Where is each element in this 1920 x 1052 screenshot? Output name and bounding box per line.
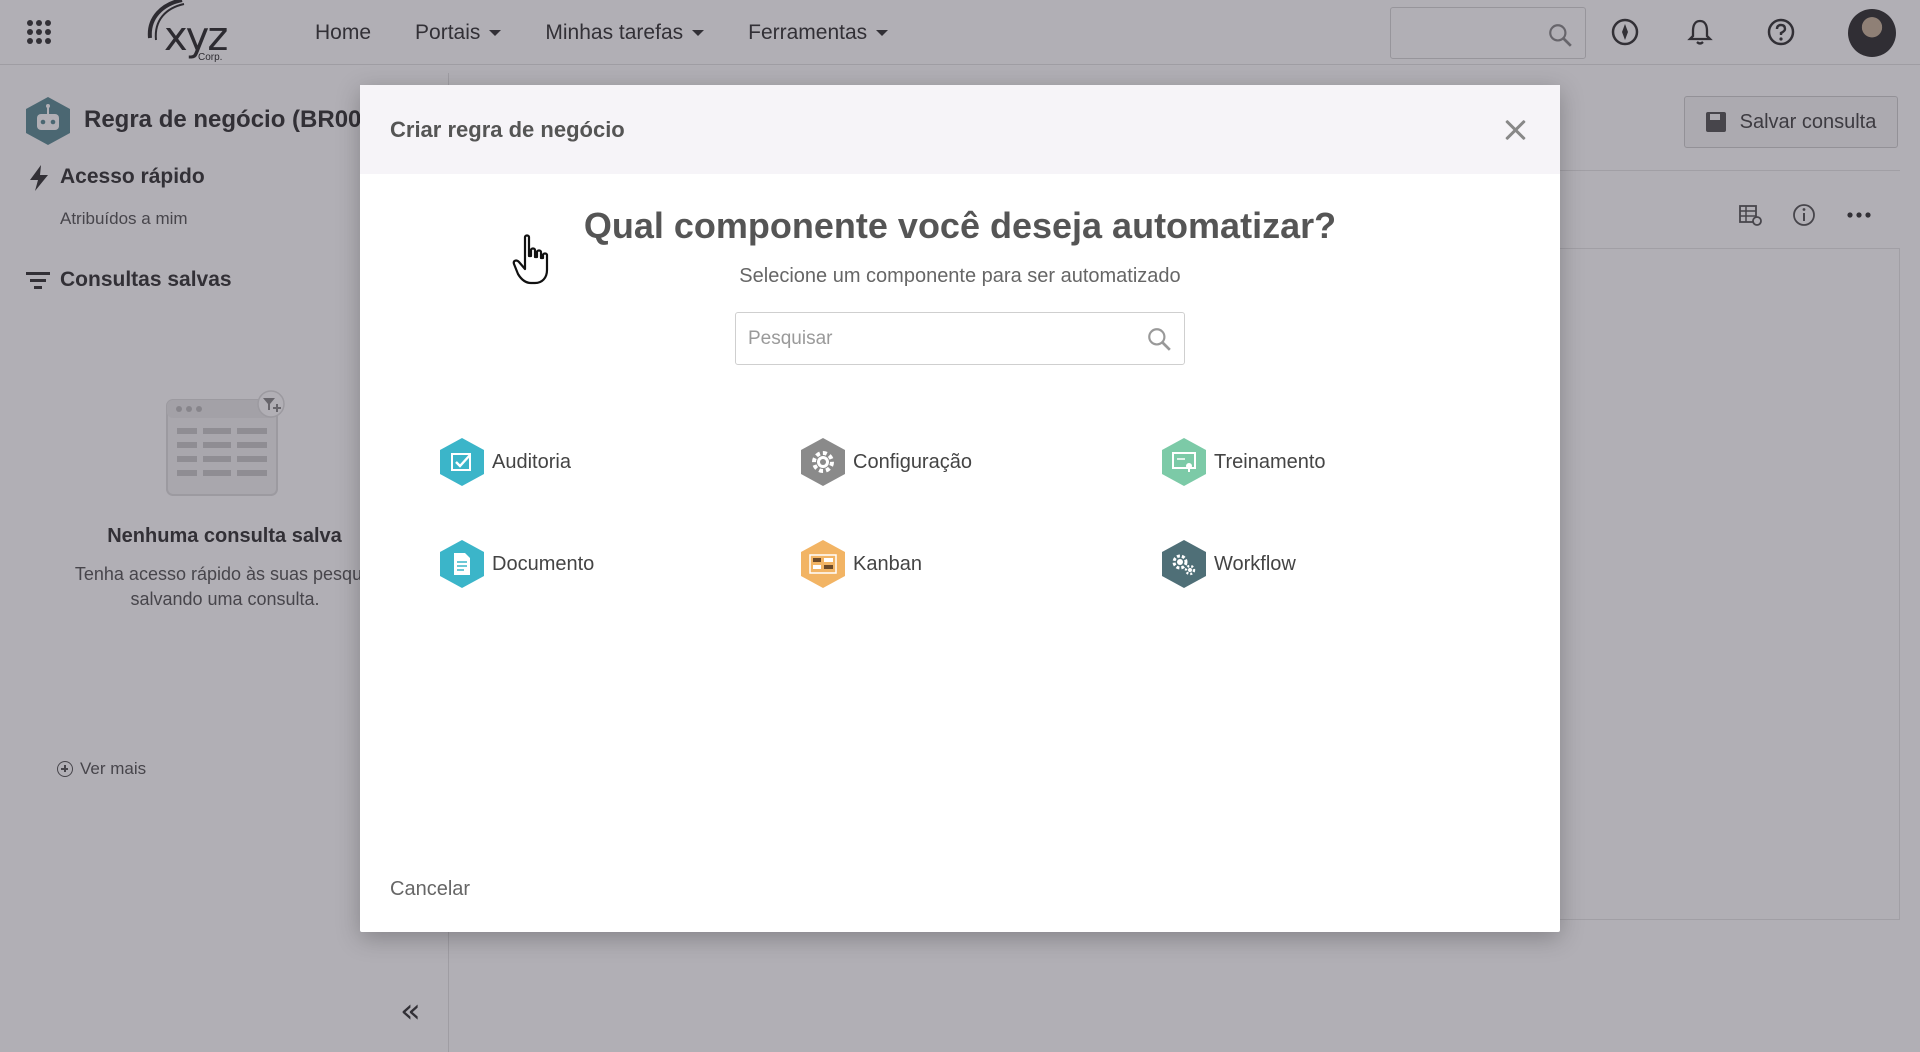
component-auditoria[interactable]: Auditoria	[440, 437, 571, 487]
gear-icon	[801, 438, 845, 486]
training-icon	[1162, 438, 1206, 486]
cancel-button[interactable]: Cancelar	[390, 878, 470, 901]
modal-title: Criar regra de negócio	[390, 117, 625, 142]
create-business-rule-modal: Criar regra de negócio Qual componente v…	[360, 85, 1560, 932]
kanban-icon	[801, 540, 845, 588]
component-treinamento[interactable]: Treinamento	[1162, 437, 1326, 487]
component-workflow[interactable]: Workflow	[1162, 539, 1296, 589]
component-kanban[interactable]: Kanban	[801, 539, 922, 589]
component-label: Workflow	[1214, 552, 1296, 575]
component-label: Auditoria	[492, 450, 571, 473]
search-icon[interactable]	[1146, 326, 1172, 352]
component-search-input[interactable]	[735, 312, 1185, 365]
hand-cursor-icon	[512, 234, 549, 285]
component-label: Kanban	[853, 552, 922, 575]
component-documento[interactable]: Documento	[440, 539, 594, 589]
component-label: Configuração	[853, 450, 972, 473]
modal-header: Criar regra de negócio	[360, 85, 1560, 174]
component-label: Documento	[492, 552, 595, 575]
component-configuracao[interactable]: Configuração	[801, 437, 972, 487]
document-icon	[440, 540, 484, 588]
close-icon[interactable]	[1500, 115, 1530, 145]
audit-icon	[440, 438, 484, 486]
component-label: Treinamento	[1214, 450, 1326, 473]
workflow-icon	[1162, 540, 1206, 588]
